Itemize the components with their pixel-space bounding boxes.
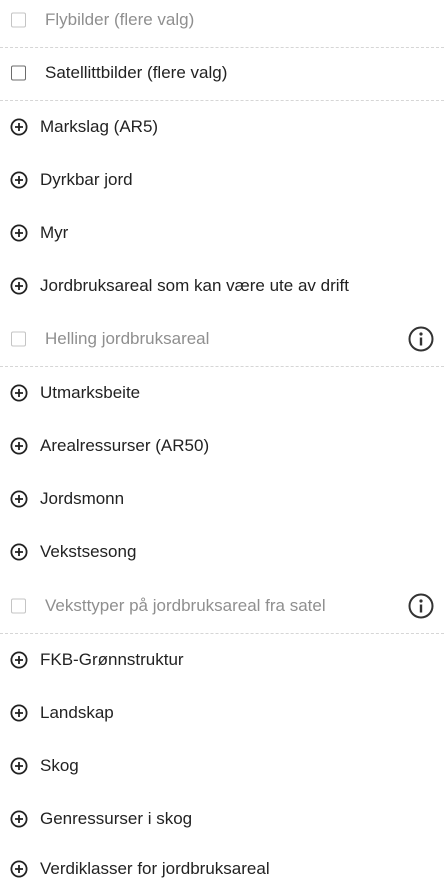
plus-circle-icon[interactable] [10,171,28,189]
layer-group-myr[interactable]: Myr [0,213,444,253]
checkbox-icon[interactable] [11,331,26,347]
divider [0,47,444,48]
layer-group-landskap[interactable]: Landskap [0,693,444,733]
layer-label: Skog [40,756,79,775]
divider [0,100,444,101]
layer-group-fkb-gronnstruktur[interactable]: FKB-Grønnstruktur [0,640,444,680]
layer-row-flybilder[interactable]: Flybilder (flere valg) [0,0,444,40]
checkbox-icon[interactable] [11,598,26,614]
layer-group-dyrkbar-jord[interactable]: Dyrkbar jord [0,160,444,200]
plus-circle-icon[interactable] [10,490,28,508]
layer-group-vekstsesong[interactable]: Vekstsesong [0,532,444,572]
layer-group-jordsmonn[interactable]: Jordsmonn [0,479,444,519]
checkbox-icon[interactable] [11,65,26,81]
layer-row-helling-jordbruksareal[interactable]: Helling jordbruksareal [0,319,444,359]
layer-label: Myr [40,223,69,242]
layer-group-markslag[interactable]: Markslag (AR5) [0,107,444,147]
layer-label: Utmarksbeite [40,383,141,402]
plus-circle-icon[interactable] [10,118,28,136]
layer-label: Jordbruksareal som kan være ute av drift [40,276,349,295]
layer-label: Markslag (AR5) [40,117,159,136]
layer-label: Dyrkbar jord [40,170,133,189]
layer-label: Jordsmonn [40,489,125,508]
layer-label: Genressurser i skog [40,809,193,828]
layer-label: Arealressurser (AR50) [40,436,210,455]
layer-label: Satellittbilder (flere valg) [45,63,228,82]
layer-row-satellittbilder[interactable]: Satellittbilder (flere valg) [0,53,444,93]
divider [0,633,444,634]
layer-label: Vekstsesong [40,542,137,561]
plus-circle-icon[interactable] [10,384,28,402]
layer-label: Veksttyper på jordbruksareal fra satel [45,596,326,615]
layer-group-verdiklasser[interactable]: Verdiklasser for jordbruksareal [0,849,444,889]
info-icon[interactable] [408,593,434,619]
layer-row-veksttyper[interactable]: Veksttyper på jordbruksareal fra satel [0,586,444,626]
plus-circle-icon[interactable] [10,277,28,295]
divider [0,366,444,367]
plus-circle-icon[interactable] [10,810,28,828]
plus-circle-icon[interactable] [10,860,28,878]
layer-group-genressurser-skog[interactable]: Genressurser i skog [0,799,444,839]
plus-circle-icon[interactable] [10,543,28,561]
layer-label: Flybilder (flere valg) [45,10,195,29]
layer-label: Helling jordbruksareal [45,329,210,348]
checkbox-icon[interactable] [11,12,26,28]
plus-circle-icon[interactable] [10,651,28,669]
layer-label: FKB-Grønnstruktur [40,650,184,669]
plus-circle-icon[interactable] [10,704,28,722]
layer-label: Landskap [40,703,114,722]
layer-group-utmarksbeite[interactable]: Utmarksbeite [0,373,444,413]
plus-circle-icon[interactable] [10,224,28,242]
layer-group-skog[interactable]: Skog [0,746,444,786]
plus-circle-icon[interactable] [10,437,28,455]
layer-group-arealressurser[interactable]: Arealressurser (AR50) [0,426,444,466]
layer-label: Verdiklasser for jordbruksareal [40,859,270,878]
info-icon[interactable] [408,326,434,352]
layer-group-jordbruksareal-ute-av-drift[interactable]: Jordbruksareal som kan være ute av drift [0,266,444,306]
layer-list: Flybilder (flere valg) Satellittbilder (… [0,0,444,889]
plus-circle-icon[interactable] [10,757,28,775]
